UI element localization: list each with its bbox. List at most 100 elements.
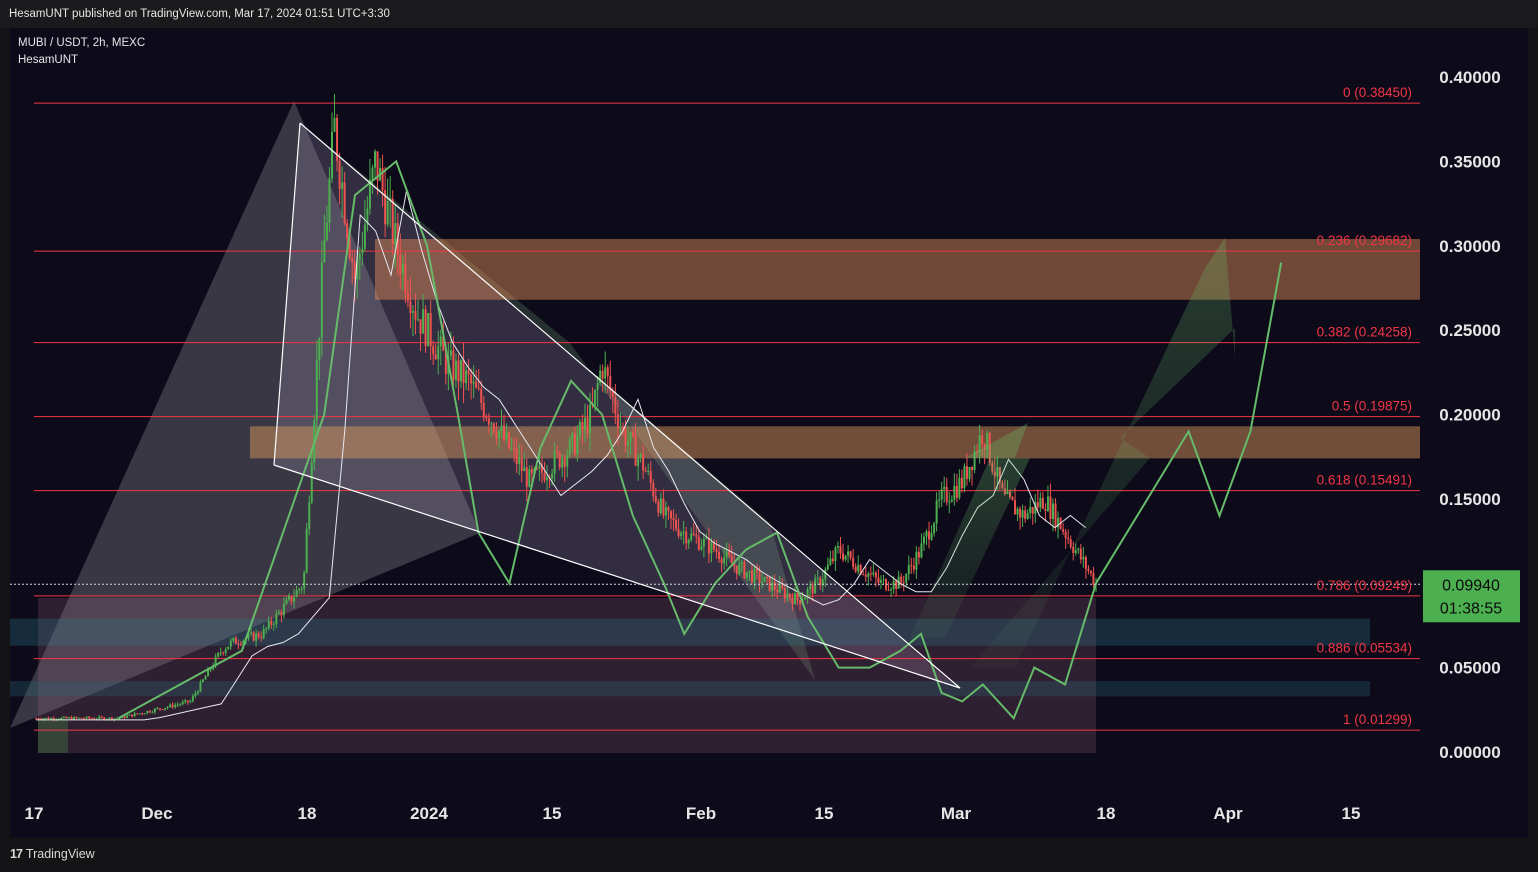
candle-body [869,573,872,575]
candle-body [174,704,177,708]
candle-body [513,448,516,450]
candle-body [156,708,159,710]
base-box[interactable] [38,718,68,753]
candle-body [1024,510,1027,519]
candle-body [386,200,389,225]
candle-body [346,223,349,239]
candle-body [917,551,920,558]
candle-body [948,501,951,503]
fib-label-0: 0 (0.38450) [1343,85,1412,100]
candle-body [697,536,700,550]
candle-body [561,458,564,468]
candle-body [723,557,726,564]
chart-svg[interactable]: 0 (0.38450) 0.236 (0.29682) 0.382 (0.24258… [10,28,1528,838]
candle-body [184,700,187,702]
x-tick-label-9: Apr [1213,804,1243,823]
candle-body [971,466,974,471]
candle-body [1077,548,1080,551]
candle-body [148,711,151,713]
candle-body [890,589,893,591]
candle-body [224,649,227,653]
candle-body [910,565,913,567]
candle-body [523,467,526,472]
candle-body [480,388,483,404]
candle-body [434,354,437,360]
candle-body [191,696,194,702]
x-tick-label-0: 17 [25,804,44,823]
candle-body [667,507,670,511]
candle-body [879,580,882,583]
candle-body [791,597,794,605]
support-zone-2[interactable] [10,681,1370,697]
candle-body [138,713,141,715]
candle-body [788,593,791,598]
candle-body [497,430,500,439]
candle-body [358,253,361,260]
candle-body [1089,570,1092,574]
x-tick-label-5: Feb [686,804,716,823]
candle-body [151,712,154,714]
candle-body [323,239,326,263]
candle-body [83,718,86,720]
candle-body [460,359,463,382]
candle-body [265,628,268,630]
candle-body [255,633,258,641]
candle-body [824,569,827,580]
candle-body [895,580,898,589]
candle-body [626,441,629,446]
candle-body [715,549,718,552]
candle-body [482,403,485,418]
candle-body [70,717,73,720]
x-tick-label-2: 18 [298,804,317,823]
candle-body [682,531,685,533]
fib-label-3: 0.5 (0.19875) [1332,399,1412,414]
candle-body [298,589,301,591]
candle-body [287,595,290,600]
chart-area[interactable]: 0 (0.38450) 0.236 (0.29682) 0.382 (0.24258… [10,28,1528,838]
candle-body [637,457,640,466]
candle-body [465,370,468,384]
candle-body [131,714,134,717]
candle-body [520,457,523,472]
candle-body [37,718,40,720]
candle-body [510,448,513,450]
upper-resistance-zone[interactable] [375,239,1420,300]
candle-body [467,370,470,375]
candle-body [318,337,321,361]
candle-body [629,432,632,442]
candle-body [67,717,70,719]
candle-body [328,178,331,224]
candle-body [432,346,435,355]
candle-body [652,482,655,497]
candle-body [115,718,118,720]
candle-body [915,551,918,570]
candle-body [925,531,928,537]
candle-body [391,198,394,245]
candle-body [756,569,759,572]
candle-body [196,691,199,694]
candle-body [692,533,695,536]
candle-body [938,499,941,501]
candle-body [750,570,753,583]
publish-info: HesamUNT published on TradingView.com, M… [9,8,390,20]
candle-body [62,716,65,718]
mid-resistance-zone[interactable] [250,426,1420,459]
last-price-countdown: 01:38:55 [1440,600,1502,617]
candle-body [417,319,420,321]
candle-body [232,637,235,641]
candle-body [799,600,802,604]
candle-body [1064,531,1067,538]
candle-body [604,367,607,379]
candle-body [401,263,404,274]
candle-body [907,565,910,574]
candle-body [864,574,867,577]
candle-body [642,454,645,471]
candle-body [93,718,96,720]
tradingview-logo[interactable]: 17 TradingView [10,847,95,861]
fib-label-2: 0.382 (0.24258) [1317,325,1412,340]
candle-body [308,502,311,529]
candle-body [558,452,561,468]
candle-body [1019,508,1022,518]
candle-body [594,389,597,405]
candle-body [404,263,407,294]
